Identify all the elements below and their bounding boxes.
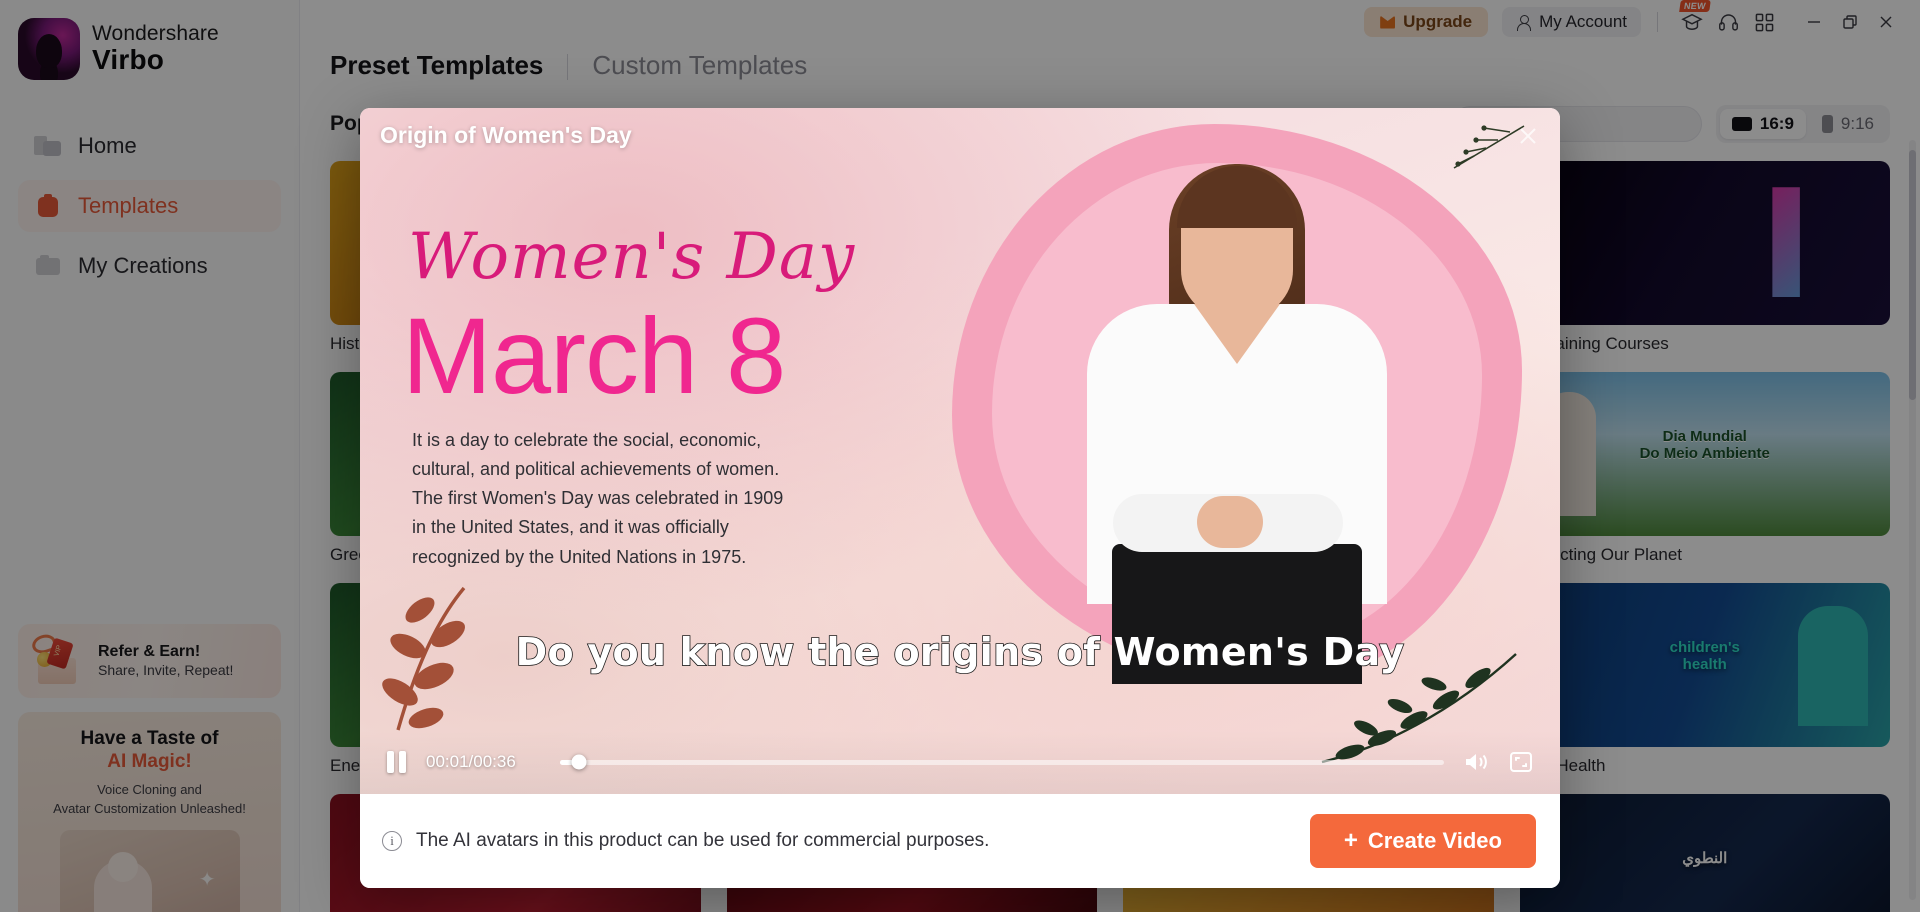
progress-knob[interactable] xyxy=(571,754,587,770)
create-video-label: Create Video xyxy=(1367,828,1502,853)
video-title: Origin of Women's Day xyxy=(380,122,632,148)
video-player[interactable]: Origin of Women's Day Women's Day March … xyxy=(360,108,1560,794)
fullscreen-icon[interactable] xyxy=(1506,748,1536,776)
player-controls: 00:01/00:36 xyxy=(360,730,1560,794)
slide-body-text: It is a day to celebrate the social, eco… xyxy=(412,430,784,567)
progress-slider[interactable] xyxy=(560,754,1444,770)
modal-close-button[interactable] xyxy=(1514,122,1542,150)
slide-date-heading: March 8 xyxy=(402,295,786,416)
video-subtitle-caption: Do you know the origins of Women's Day xyxy=(515,629,1405,675)
pause-icon[interactable] xyxy=(384,749,410,775)
app-window: Wondershare Virbo Home Templates My Crea… xyxy=(0,0,1920,912)
slide-blob-shape xyxy=(952,124,1522,684)
create-video-button[interactable]: + Create Video xyxy=(1309,814,1536,868)
plus-icon: + xyxy=(1343,827,1358,854)
modal-footer: i The AI avatars in this product can be … xyxy=(360,794,1560,888)
playback-time: 00:01/00:36 xyxy=(426,752,516,771)
slide-script-heading: Women's Day xyxy=(408,220,856,294)
notice-text: The AI avatars in this product can be us… xyxy=(416,830,990,851)
commercial-use-notice: i The AI avatars in this product can be … xyxy=(382,830,989,852)
template-preview-modal: Origin of Women's Day Women's Day March … xyxy=(360,108,1560,888)
info-icon: i xyxy=(382,831,402,851)
volume-icon[interactable] xyxy=(1460,748,1490,776)
ai-avatar xyxy=(1077,164,1397,684)
